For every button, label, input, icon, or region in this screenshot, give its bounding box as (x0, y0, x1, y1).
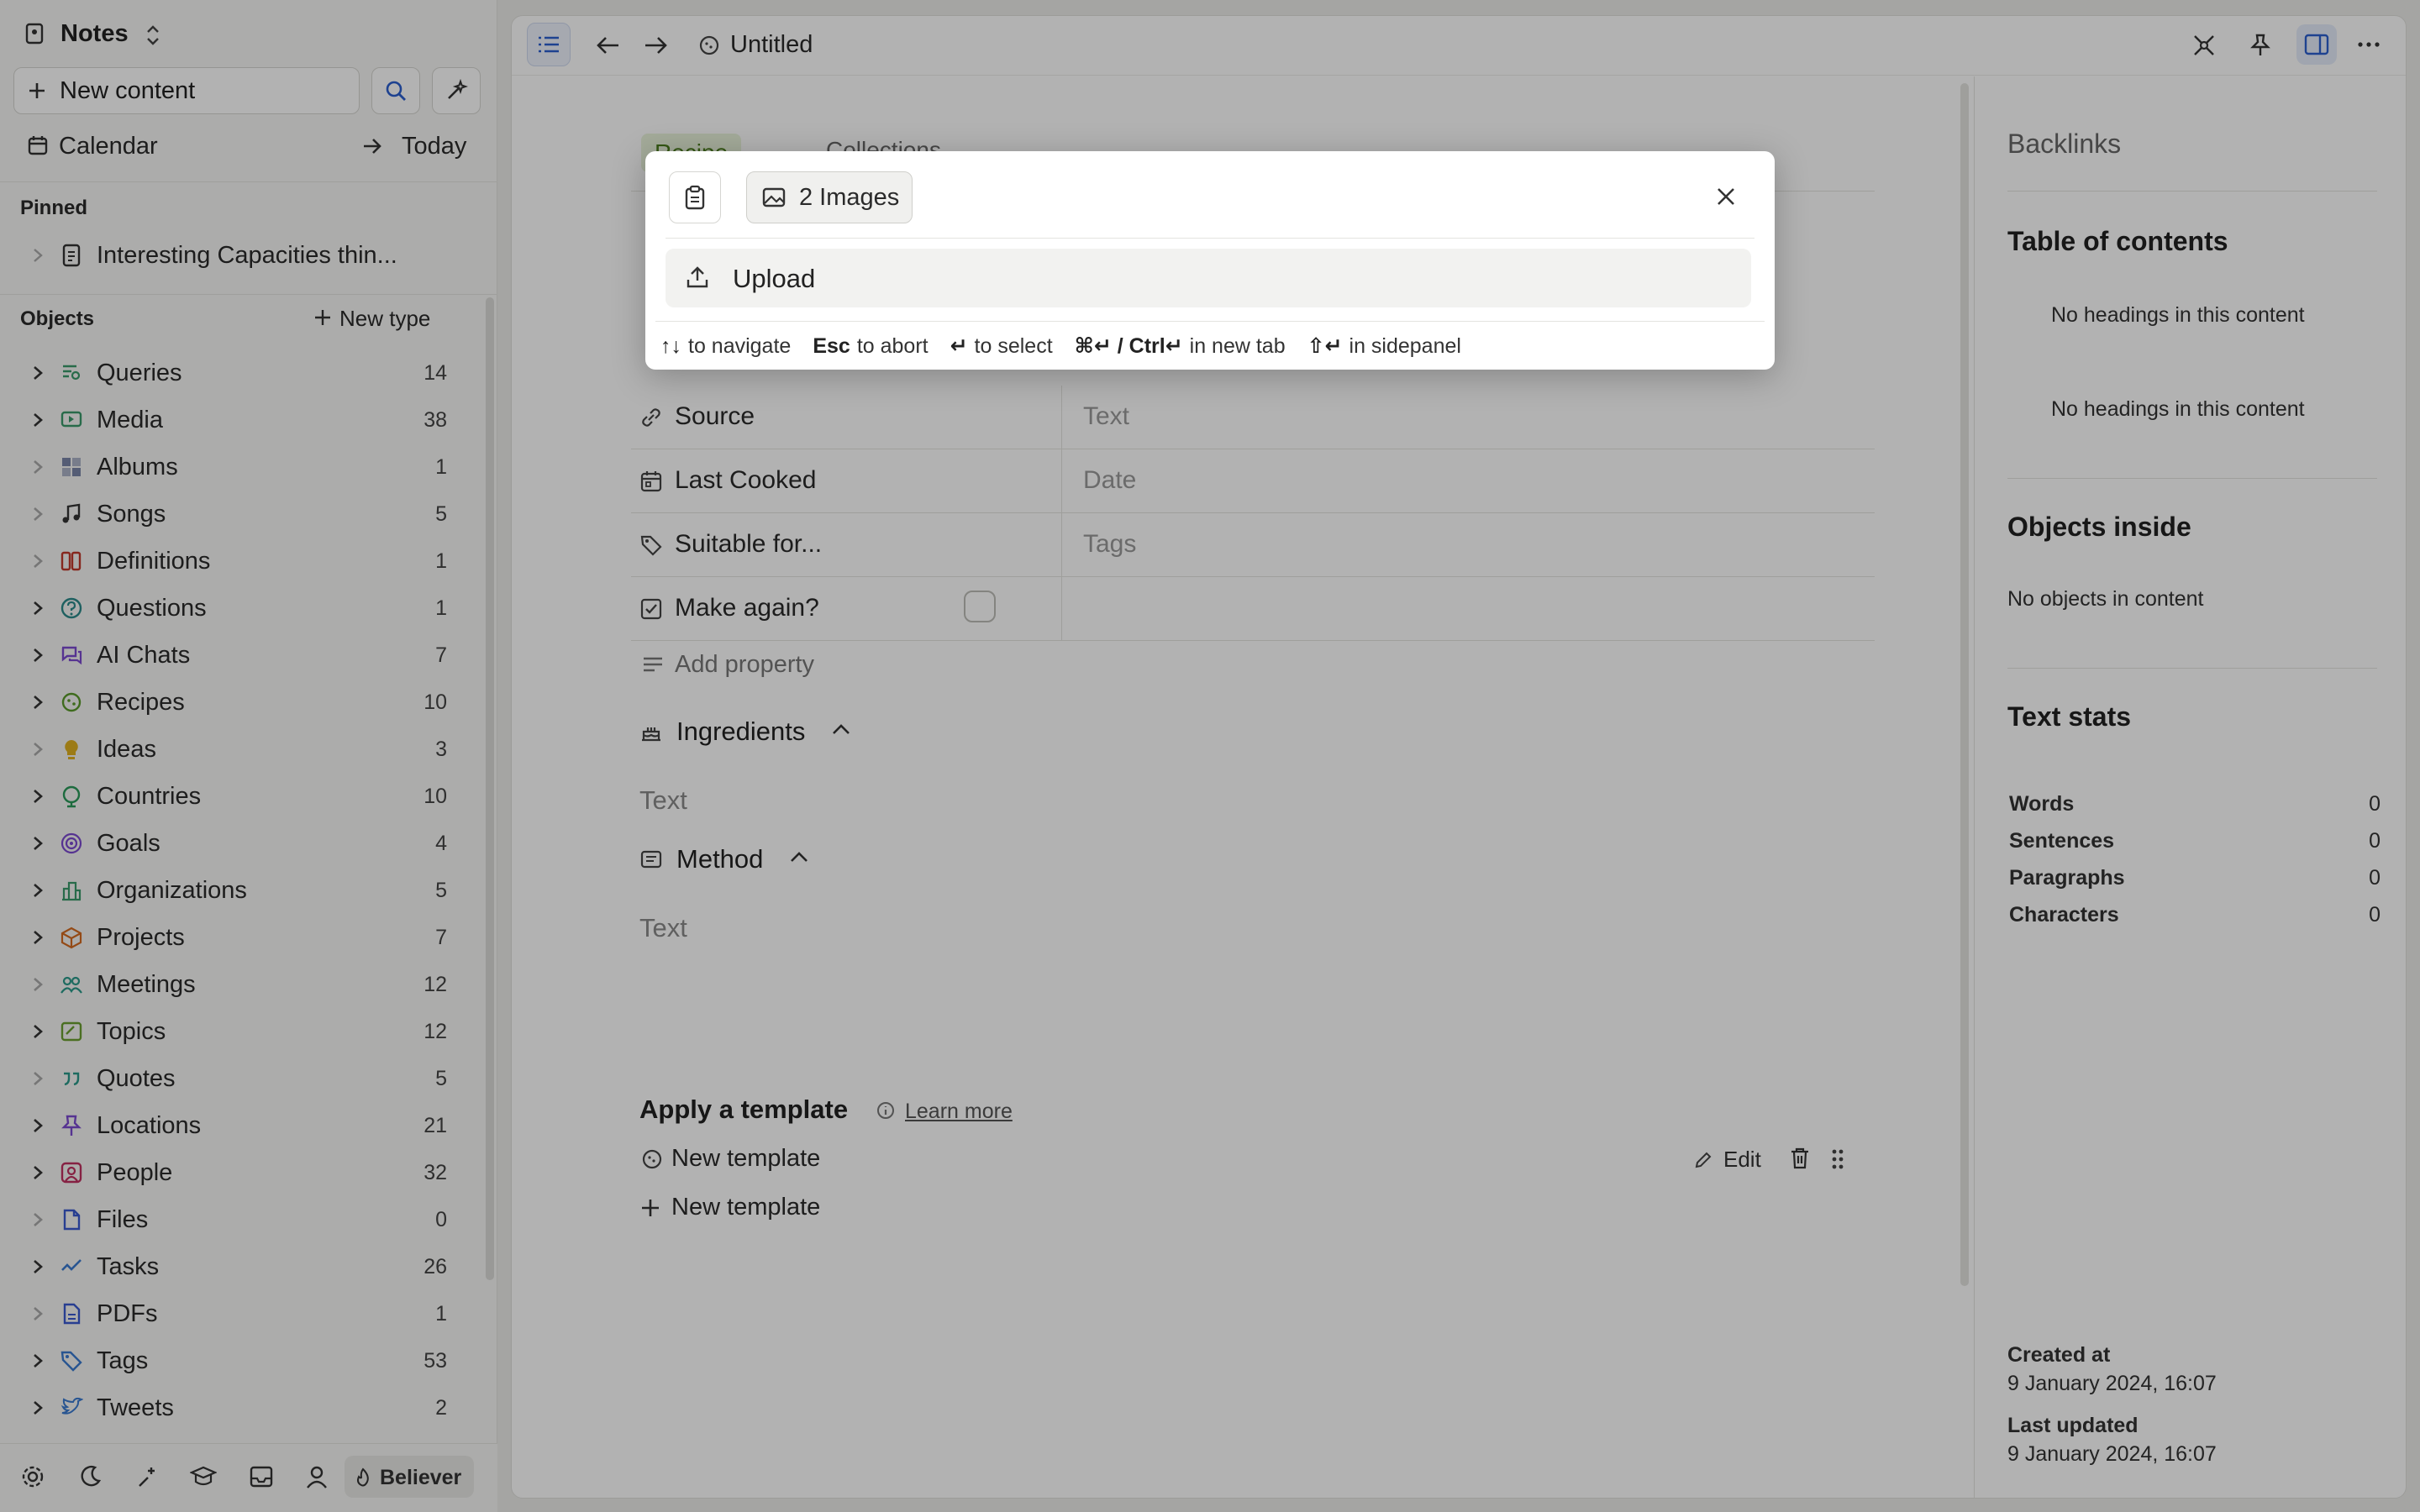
image-picker-dialog: 2 Images Upload ↑↓ to navigate Esc to abort… (645, 151, 1775, 370)
hint-key: ↵ (950, 334, 968, 358)
hint-text: to select (974, 333, 1053, 358)
hint-key: ⌘↵ / Ctrl↵ (1074, 334, 1183, 358)
clipboard-icon (684, 185, 706, 210)
hint-key: ⇧↵ (1307, 334, 1343, 358)
images-chip-label: 2 Images (799, 183, 900, 211)
hint-key: Esc (813, 333, 850, 358)
clipboard-button[interactable] (669, 171, 721, 223)
divider (666, 238, 1754, 239)
hint-text: to navigate (688, 333, 792, 358)
hint-text: to abort (856, 333, 929, 358)
upload-label: Upload (733, 264, 816, 293)
upload-option[interactable]: Upload (666, 249, 1751, 307)
hint-text: in new tab (1189, 333, 1286, 358)
keyboard-hints: ↑↓ to navigate Esc to abort ↵ to select ⌘↵ / C… (660, 331, 1483, 361)
hint-key: ↑↓ (660, 333, 681, 358)
images-chip[interactable]: 2 Images (746, 171, 913, 223)
image-icon (762, 187, 786, 207)
upload-icon (686, 265, 709, 289)
divider (655, 321, 1765, 322)
hint-text: in sidepanel (1349, 333, 1461, 358)
close-icon[interactable] (1714, 185, 1738, 208)
